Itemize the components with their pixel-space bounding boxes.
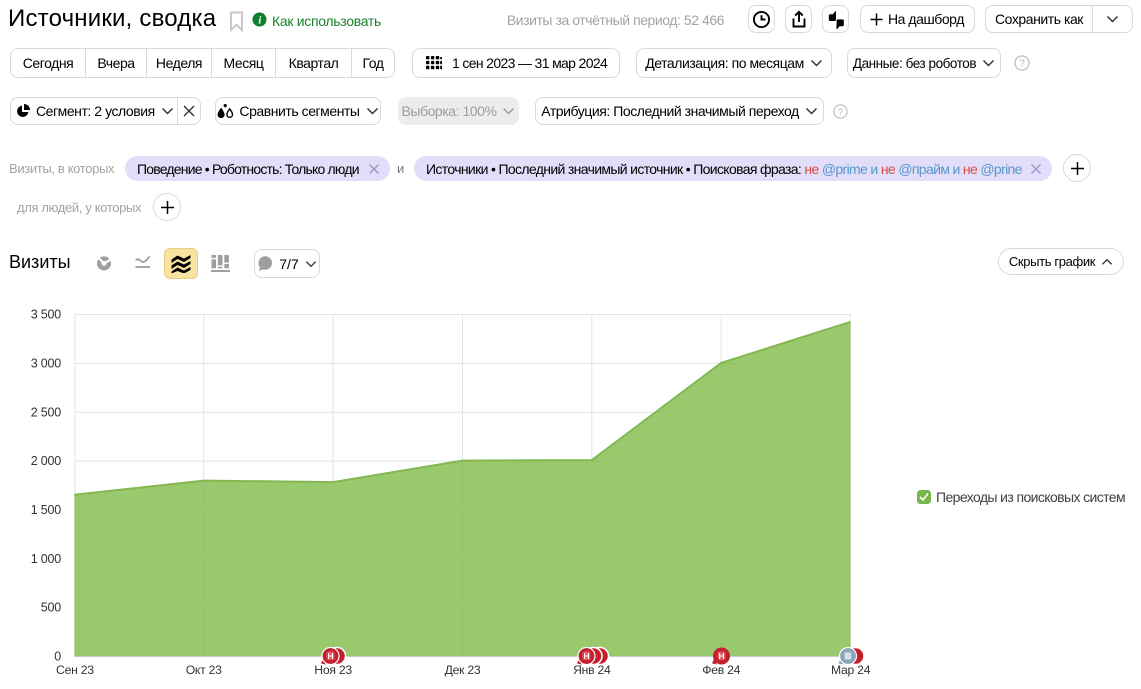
svg-text:3 500: 3 500 <box>31 308 62 322</box>
svg-text:?: ? <box>838 107 843 118</box>
svg-text:Окт 23: Окт 23 <box>186 663 222 677</box>
svg-text:2 000: 2 000 <box>31 454 62 468</box>
svg-text:Фев 24: Фев 24 <box>702 663 740 677</box>
svg-text:3 000: 3 000 <box>31 357 62 371</box>
svg-text:i: i <box>258 15 261 26</box>
svg-text:1 500: 1 500 <box>31 503 62 517</box>
svg-text:Сен 23: Сен 23 <box>56 663 94 677</box>
svg-text:Ноя 23: Ноя 23 <box>314 663 352 677</box>
svg-text:?: ? <box>1019 59 1025 70</box>
svg-text:1 000: 1 000 <box>31 552 62 566</box>
svg-text:Мар 24: Мар 24 <box>831 663 871 677</box>
svg-text:Дек 23: Дек 23 <box>445 663 481 677</box>
svg-text:2 500: 2 500 <box>31 405 62 419</box>
svg-text:Н: Н <box>327 651 333 661</box>
svg-text:В: В <box>845 651 851 661</box>
svg-text:500: 500 <box>41 601 62 615</box>
svg-text:Н: Н <box>718 651 724 661</box>
svg-text:0: 0 <box>54 650 61 664</box>
svg-text:Н: Н <box>583 651 589 661</box>
